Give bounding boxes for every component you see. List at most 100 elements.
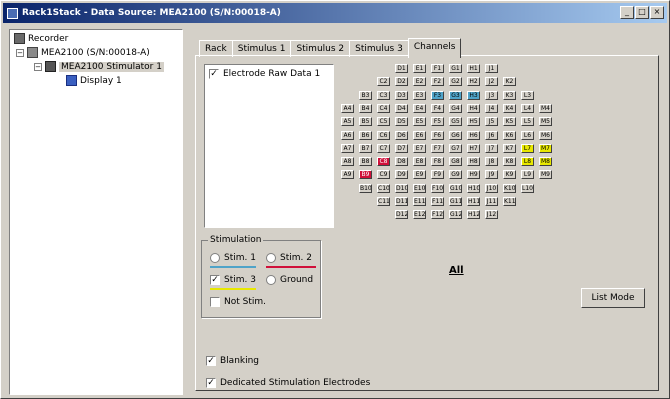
electrode-d12[interactable]: D12 [395, 210, 408, 220]
electrode-d10[interactable]: D10 [395, 183, 408, 193]
electrode-m9[interactable]: M9 [539, 170, 552, 180]
electrode-g7[interactable]: G7 [449, 143, 462, 153]
electrode-h6[interactable]: H6 [467, 130, 480, 140]
electrode-d7[interactable]: D7 [395, 143, 408, 153]
electrode-e11[interactable]: E11 [413, 197, 426, 206]
electrode-a8[interactable]: A8 [341, 157, 354, 167]
electrode-f2[interactable]: F2 [431, 77, 444, 87]
electrode-c2[interactable]: C2 [377, 77, 390, 87]
electrode-h1[interactable]: H1 [467, 64, 480, 73]
close-button[interactable]: × [650, 6, 664, 19]
ground-option[interactable]: Ground [266, 275, 313, 285]
electrode-b3[interactable]: B3 [359, 90, 372, 100]
electrode-d2[interactable]: D2 [395, 77, 408, 87]
electrode-h2[interactable]: H2 [467, 77, 480, 87]
raw-data-item[interactable]: ✓ Electrode Raw Data 1 [209, 69, 320, 79]
electrode-d6[interactable]: D6 [395, 130, 408, 140]
electrode-j4[interactable]: J4 [485, 103, 498, 113]
electrode-a4[interactable]: A4 [341, 103, 354, 113]
electrode-j3[interactable]: J3 [485, 90, 498, 100]
electrode-e6[interactable]: E6 [413, 130, 426, 140]
tree-item-stimulator[interactable]: − MEA2100 Stimulator 1 [34, 60, 164, 73]
electrode-c4[interactable]: C4 [377, 103, 390, 113]
electrode-m6[interactable]: M6 [539, 130, 552, 140]
electrode-b7[interactable]: B7 [359, 143, 372, 153]
electrode-e5[interactable]: E5 [413, 117, 426, 127]
electrode-c6[interactable]: C6 [377, 130, 390, 140]
electrode-e2[interactable]: E2 [413, 77, 426, 87]
electrode-k2[interactable]: K2 [503, 77, 516, 87]
electrode-l5[interactable]: L5 [521, 117, 534, 127]
electrode-e12[interactable]: E12 [413, 210, 426, 220]
electrode-f6[interactable]: F6 [431, 130, 444, 140]
electrode-k4[interactable]: K4 [503, 103, 516, 113]
electrode-e10[interactable]: E10 [413, 183, 426, 193]
checkbox-checked-icon[interactable]: ✓ [210, 275, 220, 285]
electrode-e1[interactable]: E1 [413, 64, 426, 73]
electrode-j12[interactable]: J12 [485, 210, 498, 220]
electrode-g3[interactable]: G3 [449, 90, 462, 100]
radio-icon[interactable] [210, 253, 220, 263]
electrode-c8[interactable]: C8 [377, 157, 390, 167]
electrode-l10[interactable]: L10 [521, 183, 534, 193]
electrode-f5[interactable]: F5 [431, 117, 444, 127]
electrode-e3[interactable]: E3 [413, 90, 426, 100]
electrode-f7[interactable]: F7 [431, 143, 444, 153]
maximize-button[interactable]: □ [635, 6, 649, 19]
electrode-f3[interactable]: F3 [431, 90, 444, 100]
electrode-h7[interactable]: H7 [467, 143, 480, 153]
electrode-d5[interactable]: D5 [395, 117, 408, 127]
stim3-option[interactable]: ✓ Stim. 3 [210, 275, 256, 285]
electrode-h9[interactable]: H9 [467, 170, 480, 180]
electrode-h5[interactable]: H5 [467, 117, 480, 127]
electrode-f1[interactable]: F1 [431, 64, 444, 73]
electrode-c5[interactable]: C5 [377, 117, 390, 127]
electrode-g2[interactable]: G2 [449, 77, 462, 87]
electrode-m4[interactable]: M4 [539, 103, 552, 113]
electrode-f9[interactable]: F9 [431, 170, 444, 180]
electrode-k5[interactable]: K5 [503, 117, 516, 127]
tab-channels[interactable]: Channels [407, 38, 462, 58]
checkbox-icon[interactable] [210, 297, 220, 307]
electrode-l8[interactable]: L8 [521, 157, 534, 167]
blanking-option[interactable]: ✓ Blanking [206, 356, 259, 366]
electrode-b4[interactable]: B4 [359, 103, 372, 113]
raw-data-list[interactable]: ✓ Electrode Raw Data 1 [204, 64, 334, 228]
electrode-j5[interactable]: J5 [485, 117, 498, 127]
checkbox-checked-icon[interactable]: ✓ [209, 69, 219, 79]
electrode-d9[interactable]: D9 [395, 170, 408, 180]
electrode-f8[interactable]: F8 [431, 157, 444, 167]
minimize-button[interactable]: _ [620, 6, 634, 19]
electrode-l3[interactable]: L3 [521, 90, 534, 100]
electrode-k7[interactable]: K7 [503, 143, 516, 153]
dedicated-option[interactable]: ✓ Dedicated Stimulation Electrodes [206, 378, 370, 388]
electrode-k3[interactable]: K3 [503, 90, 516, 100]
electrode-l7[interactable]: L7 [521, 143, 534, 153]
electrode-e7[interactable]: E7 [413, 143, 426, 153]
tree-item-device[interactable]: − MEA2100 (S/N:00018-A) [16, 46, 150, 59]
electrode-a7[interactable]: A7 [341, 143, 354, 153]
electrode-g5[interactable]: G5 [449, 117, 462, 127]
electrode-a6[interactable]: A6 [341, 130, 354, 140]
electrode-f10[interactable]: F10 [431, 183, 444, 193]
collapse-icon[interactable]: − [34, 62, 42, 71]
electrode-h12[interactable]: H12 [467, 210, 480, 220]
tree-item-recorder[interactable]: Recorder [14, 32, 68, 45]
electrode-j10[interactable]: J10 [485, 183, 498, 193]
electrode-h4[interactable]: H4 [467, 103, 480, 113]
electrode-h3[interactable]: H3 [467, 90, 480, 100]
electrode-l9[interactable]: L9 [521, 170, 534, 180]
electrode-m7[interactable]: M7 [539, 143, 552, 153]
electrode-k11[interactable]: K11 [503, 197, 516, 206]
electrode-d8[interactable]: D8 [395, 157, 408, 167]
electrode-f11[interactable]: F11 [431, 197, 444, 206]
electrode-j7[interactable]: J7 [485, 143, 498, 153]
tree-item-display[interactable]: Display 1 [66, 74, 122, 87]
electrode-d11[interactable]: D11 [395, 197, 408, 206]
collapse-icon[interactable]: − [16, 48, 24, 57]
electrode-g6[interactable]: G6 [449, 130, 462, 140]
electrode-c11[interactable]: C11 [377, 197, 390, 206]
not-stim-option[interactable]: Not Stim. [210, 297, 266, 307]
electrode-b6[interactable]: B6 [359, 130, 372, 140]
electrode-h8[interactable]: H8 [467, 157, 480, 167]
